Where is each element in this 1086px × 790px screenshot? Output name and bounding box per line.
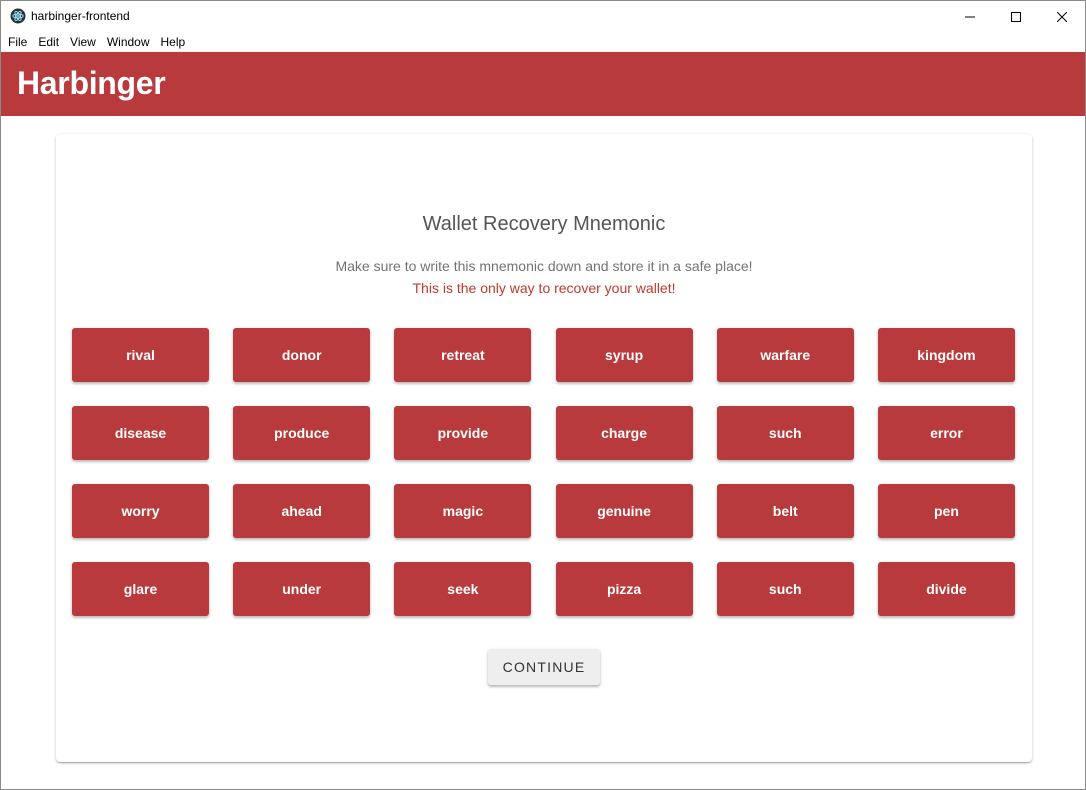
mnemonic-word-7[interactable]: disease bbox=[72, 406, 209, 460]
mnemonic-word-21[interactable]: seek bbox=[394, 562, 532, 616]
mnemonic-word-12[interactable]: error bbox=[877, 406, 1015, 460]
mnemonic-word-1[interactable]: rival bbox=[72, 328, 209, 382]
title-bar: harbinger-frontend bbox=[1, 1, 1085, 32]
mnemonic-word-13[interactable]: worry bbox=[72, 484, 209, 538]
electron-icon bbox=[10, 8, 26, 24]
mnemonic-word-17[interactable]: belt bbox=[716, 484, 854, 538]
close-button[interactable] bbox=[1039, 1, 1085, 32]
mnemonic-word-6[interactable]: kingdom bbox=[877, 328, 1015, 382]
mnemonic-word-15[interactable]: magic bbox=[394, 484, 532, 538]
minimize-icon bbox=[965, 16, 975, 17]
card-subtitle: Make sure to write this mnemonic down an… bbox=[335, 258, 753, 274]
app-window: harbinger-frontend File Edit View Window… bbox=[0, 0, 1086, 790]
continue-button[interactable]: CONTINUE bbox=[488, 649, 600, 685]
mnemonic-word-8[interactable]: produce bbox=[233, 406, 371, 460]
maximize-icon bbox=[1011, 11, 1021, 22]
warning-text: This is the only way to recover your wal… bbox=[412, 280, 676, 296]
mnemonic-word-10[interactable]: charge bbox=[555, 406, 693, 460]
close-icon bbox=[1057, 11, 1067, 22]
card-title: Wallet Recovery Mnemonic bbox=[422, 213, 666, 235]
menu-bar: File Edit View Window Help bbox=[1, 32, 1085, 52]
menu-help[interactable]: Help bbox=[161, 32, 186, 52]
mnemonic-word-18[interactable]: pen bbox=[877, 484, 1015, 538]
mnemonic-word-24[interactable]: divide bbox=[877, 562, 1015, 616]
mnemonic-word-2[interactable]: donor bbox=[233, 328, 371, 382]
menu-file[interactable]: File bbox=[8, 32, 27, 52]
mnemonic-word-4[interactable]: syrup bbox=[555, 328, 693, 382]
menu-window[interactable]: Window bbox=[107, 32, 150, 52]
menu-view[interactable]: View bbox=[70, 32, 96, 52]
mnemonic-word-3[interactable]: retreat bbox=[394, 328, 532, 382]
mnemonic-word-11[interactable]: such bbox=[716, 406, 854, 460]
mnemonic-word-grid: rival donor retreat syrup warfare kingdo… bbox=[72, 328, 1015, 616]
maximize-button[interactable] bbox=[993, 1, 1039, 32]
menu-edit[interactable]: Edit bbox=[38, 32, 59, 52]
mnemonic-word-22[interactable]: pizza bbox=[555, 562, 693, 616]
app-bar: Harbinger bbox=[1, 52, 1085, 116]
mnemonic-card: Wallet Recovery Mnemonic Make sure to wr… bbox=[56, 134, 1032, 762]
mnemonic-word-9[interactable]: provide bbox=[394, 406, 532, 460]
mnemonic-word-16[interactable]: genuine bbox=[555, 484, 693, 538]
brand-title: Harbinger bbox=[17, 65, 166, 101]
minimize-button[interactable] bbox=[947, 1, 993, 32]
mnemonic-word-5[interactable]: warfare bbox=[716, 328, 854, 382]
mnemonic-word-19[interactable]: glare bbox=[72, 562, 209, 616]
window-title: harbinger-frontend bbox=[31, 9, 130, 23]
mnemonic-word-20[interactable]: under bbox=[233, 562, 371, 616]
mnemonic-word-14[interactable]: ahead bbox=[233, 484, 371, 538]
mnemonic-word-23[interactable]: such bbox=[716, 562, 854, 616]
